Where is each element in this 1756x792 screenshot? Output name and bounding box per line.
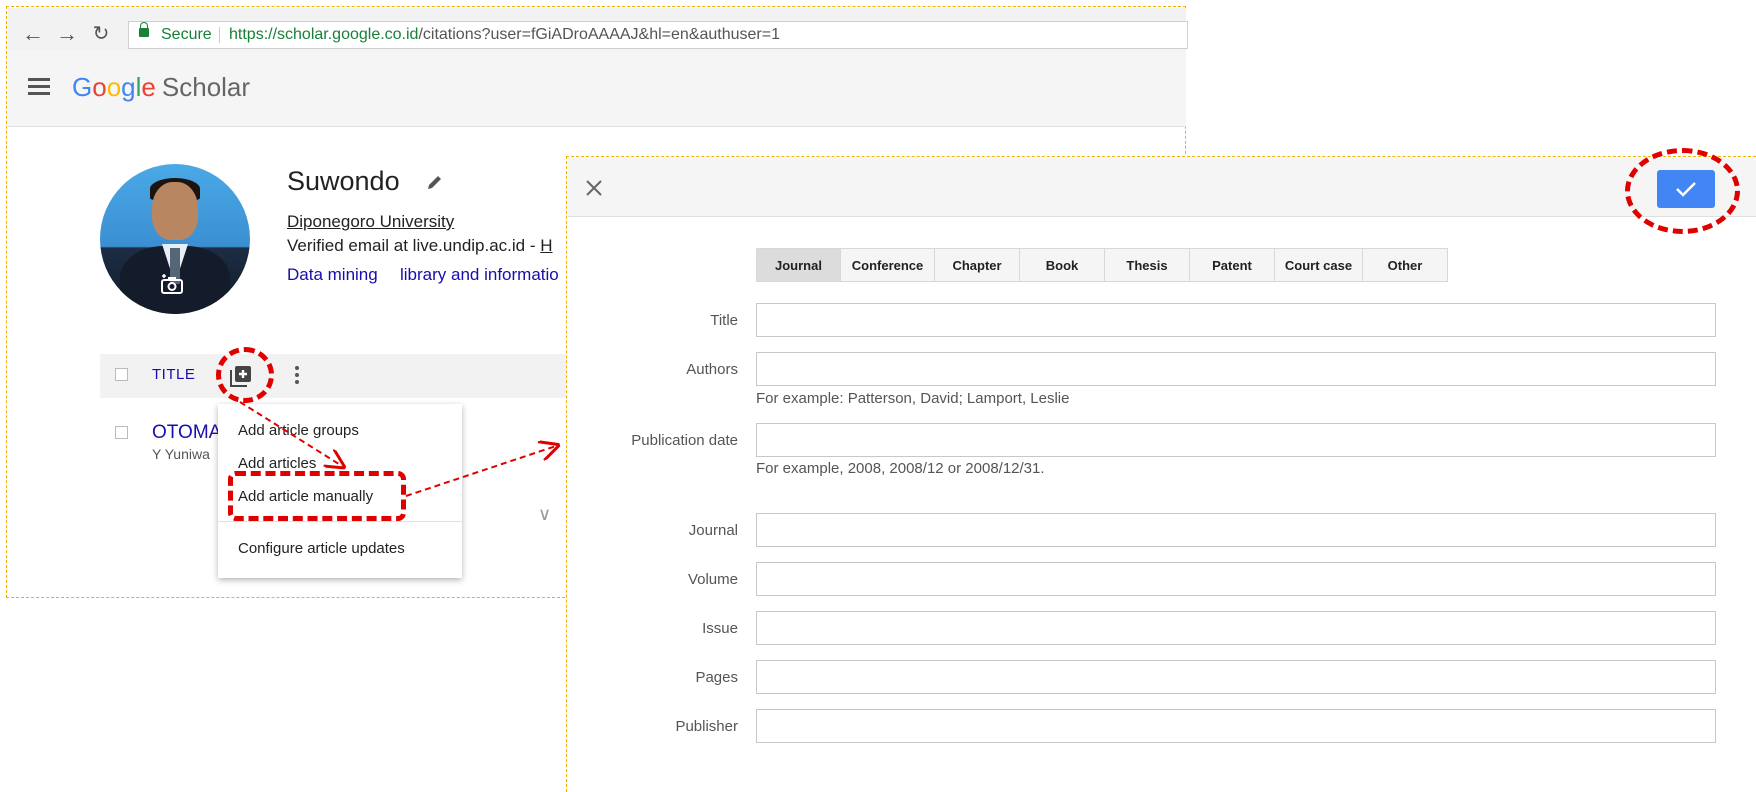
annotation-arrows — [239, 401, 1756, 497]
arrow-to-dialog — [405, 446, 556, 497]
arrow-to-add-manually — [239, 401, 342, 466]
